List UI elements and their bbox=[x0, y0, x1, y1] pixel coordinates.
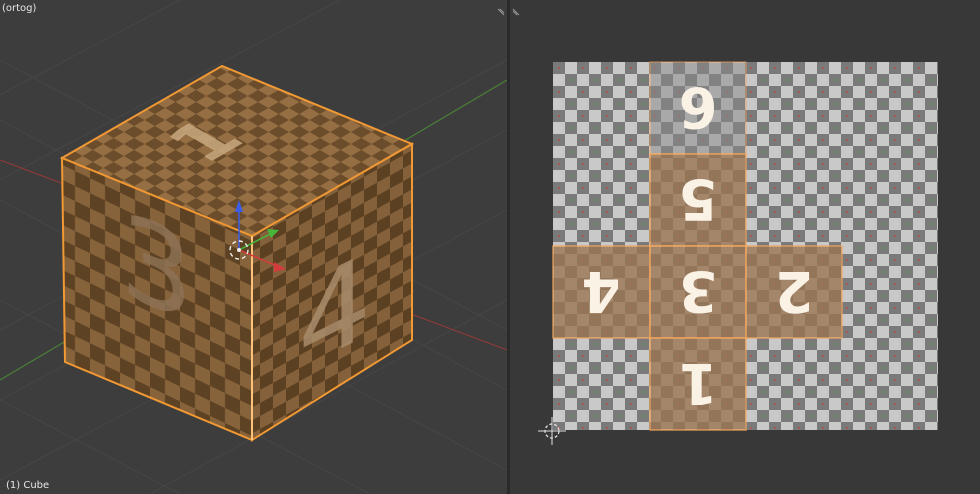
uv-number-2: 2 bbox=[775, 258, 814, 323]
uv-number-5: 5 bbox=[679, 166, 718, 231]
uv-editor[interactable]: 6 5 4 3 2 1 bbox=[510, 0, 980, 494]
3d-viewport[interactable]: 1 3 4 (ortog) (1) Cube bbox=[0, 0, 507, 494]
uv-number-4: 4 bbox=[582, 258, 621, 323]
area-split-icon[interactable] bbox=[512, 8, 520, 16]
uv-number-6: 6 bbox=[679, 74, 718, 139]
uv-canvas[interactable]: 6 5 4 3 2 1 bbox=[510, 0, 980, 494]
active-object-label: (1) Cube bbox=[6, 480, 50, 491]
uv-number-1: 1 bbox=[679, 350, 718, 415]
viewport-canvas[interactable]: 1 3 4 bbox=[0, 0, 507, 494]
uv-number-3: 3 bbox=[679, 258, 718, 323]
area-split-icon[interactable] bbox=[497, 8, 505, 16]
view-mode-label: (ortog) bbox=[2, 3, 37, 14]
